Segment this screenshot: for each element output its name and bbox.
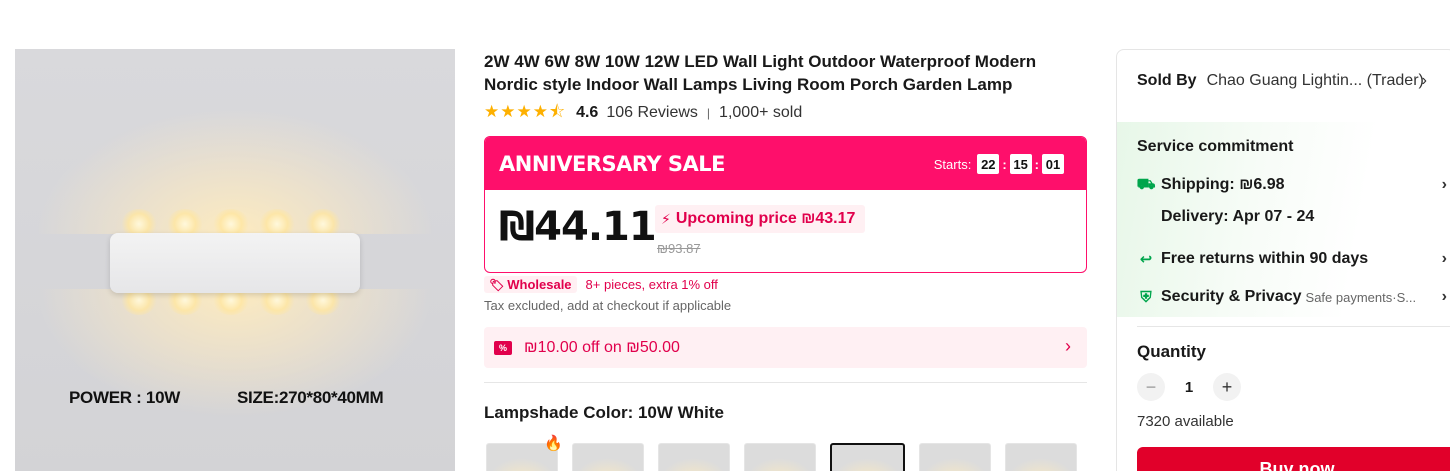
timer-seconds: 01 [1042,154,1064,174]
rating-value: 4.6 [576,104,599,121]
color-swatch[interactable] [744,443,816,471]
separator: | [706,106,711,120]
return-box-icon: ↩ [1139,251,1153,268]
color-swatch[interactable]: 🔥 [486,435,563,471]
shield-check-icon: ⛨ [1140,288,1152,306]
upcoming-price-badge: ⚡ Upcoming price ₪43.17 [655,205,866,233]
chevron-right-icon[interactable]: › [1442,176,1447,194]
service-title: Service commitment [1137,138,1294,155]
divider [484,382,1087,383]
timer-label: Starts: [933,156,972,172]
sold-count: 1,000+ sold [719,104,803,121]
wholesale-row: 🏷 Wholesale 8+ pieces, extra 1% off [484,276,718,293]
delivery-text: Delivery: Apr 07 - 24 [1161,208,1315,225]
service-commitment: Service commitment ⛟ Shipping: ₪6.98 › D… [1117,122,1450,317]
original-price: ₪93.87 [657,241,701,256]
lightning-icon: ⚡ [661,210,671,227]
tax-note: Tax excluded, add at checkout if applica… [484,298,732,313]
shipping-row[interactable]: ⛟ Shipping: ₪6.98 › [1137,176,1447,194]
seller-row[interactable]: Sold By Chao Guang Lightin... (Trader) › [1137,72,1437,90]
star-rating-icon: ★★★★⯪ [484,101,567,121]
upcoming-price-text: Upcoming price ₪43.17 [675,210,856,227]
fire-icon: 🔥 [544,435,563,452]
wholesale-badge-label: Wholesale [507,277,572,292]
seller-name[interactable]: Chao Guang Lightin... (Trader) [1207,72,1424,90]
security-row[interactable]: ⛨ Security & Privacy Safe payments·S... … [1137,288,1447,306]
image-caption-power: POWER : 10W [69,388,180,407]
color-swatch[interactable] [658,443,730,471]
coupon-text: ₪10.00 off on ₪50.00 [524,338,680,356]
color-selection-label: Lampshade Color: 10W White [484,403,724,423]
timer-colon: : [1034,156,1039,172]
rating-row: ★★★★⯪ 4.6 106 Reviews | 1,000+ sold [484,102,803,123]
timer-colon: : [1002,156,1007,172]
returns-row[interactable]: ↩ Free returns within 90 days › [1137,250,1447,268]
product-title: 2W 4W 6W 8W 10W 12W LED Wall Light Outdo… [484,52,1037,94]
decrease-quantity-button[interactable]: − [1137,373,1165,401]
chevron-right-icon[interactable]: › [1065,336,1071,357]
sale-banner: ANNIVERSARY SALE Starts: 22 : 15 : 01 [485,137,1086,190]
current-price: ₪44.11 [499,204,657,250]
chevron-right-icon[interactable]: › [1422,72,1427,90]
wholesale-text: 8+ pieces, extra 1% off [585,277,718,292]
chevron-right-icon[interactable]: › [1442,288,1447,306]
available-stock: 7320 available [1137,413,1234,430]
coupon-banner[interactable]: % ₪10.00 off on ₪50.00 › [484,327,1087,368]
security-text: Security & Privacy [1161,288,1302,305]
coupon-icon: % [494,340,512,355]
quantity-value[interactable]: 1 [1165,379,1213,396]
timer-minutes: 15 [1009,154,1032,174]
increase-quantity-button[interactable]: + [1213,373,1241,401]
color-swatch-selected[interactable] [830,443,905,471]
quantity-stepper: − 1 + [1137,373,1241,401]
color-swatch[interactable] [919,443,991,471]
timer-hours: 22 [977,154,1000,174]
sale-box: ANNIVERSARY SALE Starts: 22 : 15 : 01 ₪4… [484,136,1087,273]
image-caption-size: SIZE:270*80*40MM [237,388,384,407]
divider [1137,326,1450,327]
light-beam-down [15,289,455,471]
shipping-text: Shipping: ₪6.98 [1161,176,1285,193]
color-value: 10W White [637,403,724,422]
product-main-image[interactable]: POWER : 10W SIZE:270*80*40MM [15,49,455,471]
color-swatch[interactable] [572,443,644,471]
countdown-timer: Starts: 22 : 15 : 01 [934,154,1064,174]
sale-title: ANNIVERSARY SALE [499,152,726,176]
color-swatches: 🔥 [486,435,1091,471]
quantity-label: Quantity [1137,342,1206,361]
returns-text: Free returns within 90 days [1161,250,1369,267]
buy-now-button[interactable]: Buy now [1137,447,1450,471]
truck-icon: ⛟ [1136,175,1156,193]
color-label: Lampshade Color: [484,403,638,422]
reviews-link[interactable]: 106 Reviews [606,104,698,122]
color-swatch[interactable] [1005,443,1077,471]
light-beam-up [15,49,455,234]
security-subtext: Safe payments·S... [1305,289,1417,305]
chevron-right-icon[interactable]: › [1442,250,1447,268]
sold-by-label: Sold By [1137,72,1197,89]
wholesale-badge: 🏷 Wholesale [484,276,577,293]
purchase-panel: Sold By Chao Guang Lightin... (Trader) ›… [1116,49,1450,471]
wall-lamp-body [110,233,360,293]
tag-icon: 🏷 [489,277,505,292]
